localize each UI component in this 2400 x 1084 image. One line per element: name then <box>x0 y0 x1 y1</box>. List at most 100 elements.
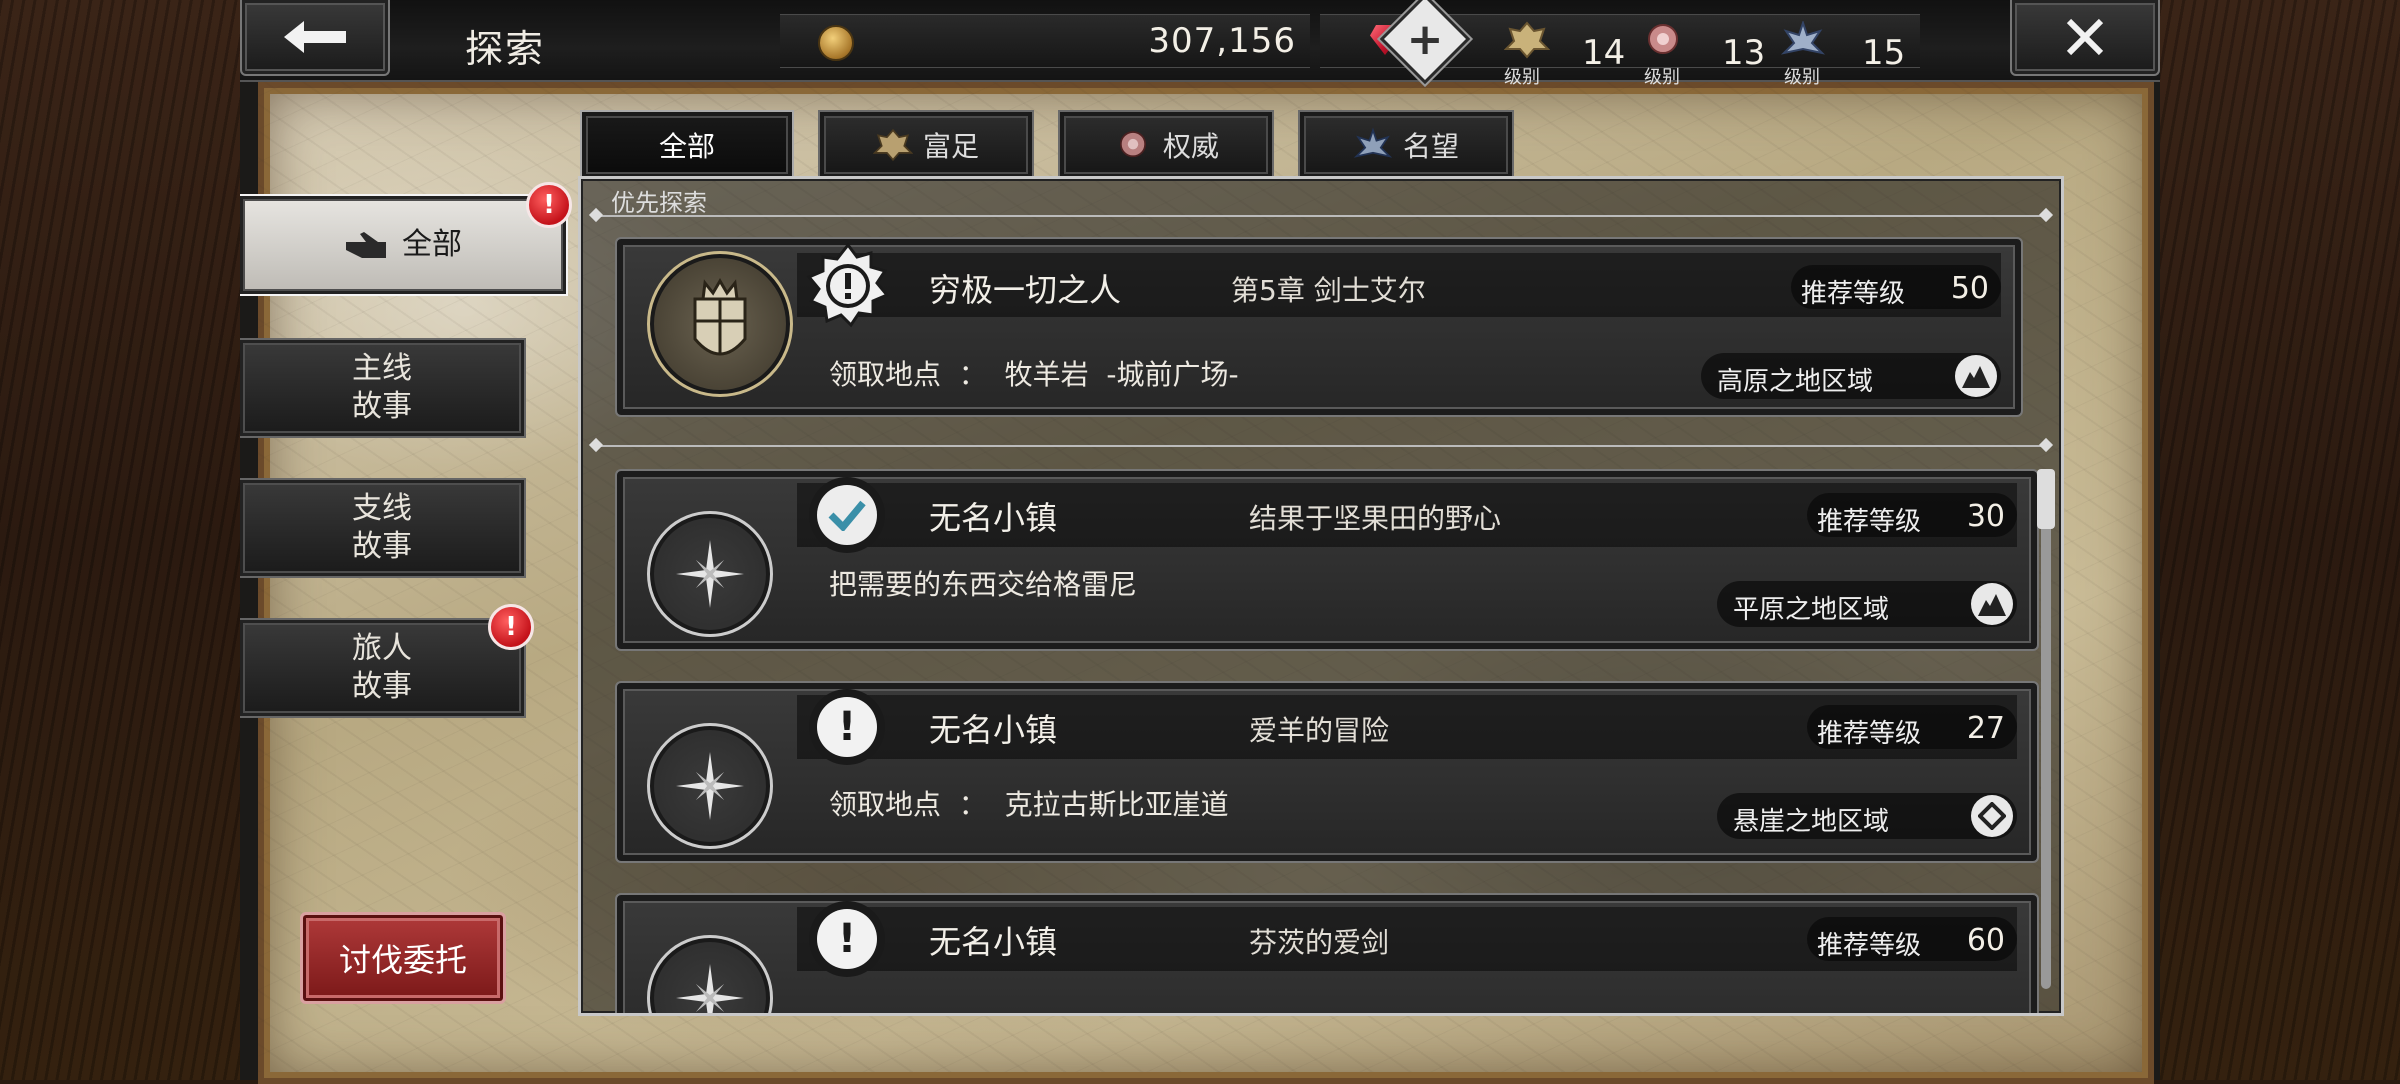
region-tag: 高原之地区域 <box>1701 353 2001 399</box>
sidebar-item-main-story[interactable]: 主线 故事 <box>240 338 526 438</box>
level-value: 60 <box>1966 923 2005 958</box>
quest-subtitle: 爱羊的冒险 <box>1249 714 1390 747</box>
tab-authority-label: 权威 <box>1162 130 1219 163</box>
quest-subtitle: 第5章 剑士艾尔 <box>1231 274 1426 307</box>
quest-card[interactable]: ! 无名小镇 爱羊的冒险 推荐等级 27 领取地点 ： 克拉古斯比亚崖道 悬崖之… <box>615 681 2039 863</box>
sidebar-item-line1: 支线 <box>352 491 412 526</box>
exclamation-icon: ! <box>837 704 857 750</box>
wood-border-left <box>0 0 240 1080</box>
divider <box>591 215 2051 217</box>
level-label: 推荐等级 <box>1817 931 1922 961</box>
region-tag: 平原之地区域 <box>1717 581 2017 627</box>
gold-coin-icon <box>818 25 854 61</box>
alert-badge: ! <box>488 604 534 650</box>
authority-emblem-icon <box>1648 24 1678 54</box>
wealth-rank-value: 14 <box>1582 33 1626 73</box>
level-value: 30 <box>1966 499 2005 534</box>
close-button[interactable] <box>2010 0 2160 76</box>
scrollbar-thumb[interactable] <box>2037 469 2055 529</box>
sidebar-item-line1: 旅人 <box>352 631 412 666</box>
quest-card[interactable]: ! 无名小镇 芬茨的爱剑 推荐等级 60 <box>615 893 2039 1013</box>
quest-name: 无名小镇 <box>929 711 1058 749</box>
page-title: 探索 <box>465 27 546 71</box>
quest-panel: 优先探索 穷极一切之人 第5章 剑士艾尔 推荐等级 50 领取地点 ： 牧羊岩 … <box>578 176 2064 1016</box>
tab-all-label: 全部 <box>658 130 715 163</box>
level-value: 27 <box>1966 711 2005 746</box>
sidebar-item-label: 全部 <box>402 227 462 262</box>
alert-badge: ! <box>526 182 572 228</box>
quest-subtitle: 结果于坚果田的野心 <box>1249 502 1502 535</box>
hunt-request-button[interactable]: 讨伐委托 <box>300 912 506 1004</box>
alert-status-icon <box>805 243 891 329</box>
quest-name: 穷极一切之人 <box>929 271 1122 309</box>
sidebar-item-line2: 故事 <box>352 389 412 424</box>
sidebar-item-traveler-story[interactable]: 旅人 故事 <box>240 618 526 718</box>
compass-star-icon <box>647 511 773 637</box>
quest-detail: 领取地点 ： 克拉古斯比亚崖道 <box>829 788 1229 821</box>
back-arrow-icon <box>284 21 346 53</box>
wealth-emblem-icon <box>1504 21 1550 59</box>
recommended-level: 推荐等级 60 <box>1807 917 2017 961</box>
region-label: 高原之地区域 <box>1717 367 1874 397</box>
plus-icon: + <box>1406 13 1444 65</box>
gold-counter: 307,156 <box>780 14 1310 68</box>
sidebar-item-line1: 主线 <box>352 351 412 386</box>
tab-wealth[interactable]: 富足 <box>818 110 1034 180</box>
cliff-region-icon <box>1971 795 2013 837</box>
pointing-hand-icon <box>346 232 386 258</box>
recommended-level: 推荐等级 27 <box>1807 705 2017 749</box>
authority-rank-value: 13 <box>1722 33 1766 73</box>
region-label: 平原之地区域 <box>1733 595 1890 625</box>
quest-detail: 把需要的东西交给格雷尼 <box>829 568 1138 601</box>
tab-fame[interactable]: 名望 <box>1298 110 1514 180</box>
crest-icon <box>647 251 793 397</box>
rank-counter: 级别 14 级别 13 级别 15 <box>1490 14 1920 88</box>
priority-quest-card[interactable]: 穷极一切之人 第5章 剑士艾尔 推荐等级 50 领取地点 ： 牧羊岩 -城前广场… <box>615 237 2023 417</box>
wood-border-right <box>2160 0 2400 1080</box>
tab-authority[interactable]: 权威 <box>1058 110 1274 180</box>
completed-check-icon <box>809 477 885 553</box>
sidebar-item-line2: 故事 <box>352 529 412 564</box>
compass-star-icon <box>647 723 773 849</box>
level-label: 推荐等级 <box>1817 719 1922 749</box>
divider <box>591 445 2051 447</box>
recommended-level: 推荐等级 30 <box>1807 493 2017 537</box>
level-value: 50 <box>1950 271 1989 306</box>
region-label: 悬崖之地区域 <box>1733 807 1890 837</box>
highland-region-icon <box>1955 355 1997 397</box>
quest-card[interactable]: 无名小镇 结果于坚果田的野心 推荐等级 30 把需要的东西交给格雷尼 平原之地区… <box>615 469 2039 651</box>
recommended-level: 推荐等级 50 <box>1791 265 2001 309</box>
add-gems-button[interactable]: + <box>1383 0 1467 81</box>
top-bar: 探索 307,156 150 + 级别 14 级别 13 <box>240 0 2160 88</box>
rank-label-1: 级别 <box>1504 67 1540 88</box>
region-tag: 悬崖之地区域 <box>1717 793 2017 839</box>
game-frame: 探索 307,156 150 + 级别 14 级别 13 <box>240 0 2160 1084</box>
authority-emblem-icon <box>1119 131 1147 158</box>
fame-emblem-icon <box>1780 21 1826 55</box>
tab-wealth-label: 富足 <box>922 130 979 163</box>
alert-status-icon: ! <box>809 689 885 765</box>
plains-region-icon <box>1971 583 2013 625</box>
back-button[interactable] <box>240 0 390 76</box>
sidebar-item-line2: 故事 <box>352 669 412 704</box>
rank-label-2: 级别 <box>1644 67 1680 88</box>
quest-detail: 领取地点 ： 牧羊岩 -城前广场- <box>829 358 1239 391</box>
fame-rank-value: 15 <box>1862 33 1906 73</box>
exclamation-icon: ! <box>837 916 857 962</box>
sidebar-item-all[interactable]: 全部 <box>240 194 568 296</box>
close-icon <box>2066 18 2104 56</box>
tab-fame-label: 名望 <box>1402 130 1459 163</box>
scrollbar-track[interactable] <box>2041 469 2051 989</box>
quest-name: 无名小镇 <box>929 923 1058 961</box>
section-label: 优先探索 <box>611 189 707 217</box>
gold-value: 307,156 <box>1148 21 1296 61</box>
quest-subtitle: 芬茨的爱剑 <box>1249 926 1390 959</box>
wealth-emblem-icon <box>872 128 913 162</box>
fame-emblem-icon <box>1353 127 1393 158</box>
sidebar-item-side-story[interactable]: 支线 故事 <box>240 478 526 578</box>
level-label: 推荐等级 <box>1801 279 1906 309</box>
quest-name: 无名小镇 <box>929 499 1058 537</box>
compass-star-icon <box>647 935 773 1013</box>
rank-label-3: 级别 <box>1784 67 1820 88</box>
tab-all[interactable]: 全部 <box>580 110 794 180</box>
